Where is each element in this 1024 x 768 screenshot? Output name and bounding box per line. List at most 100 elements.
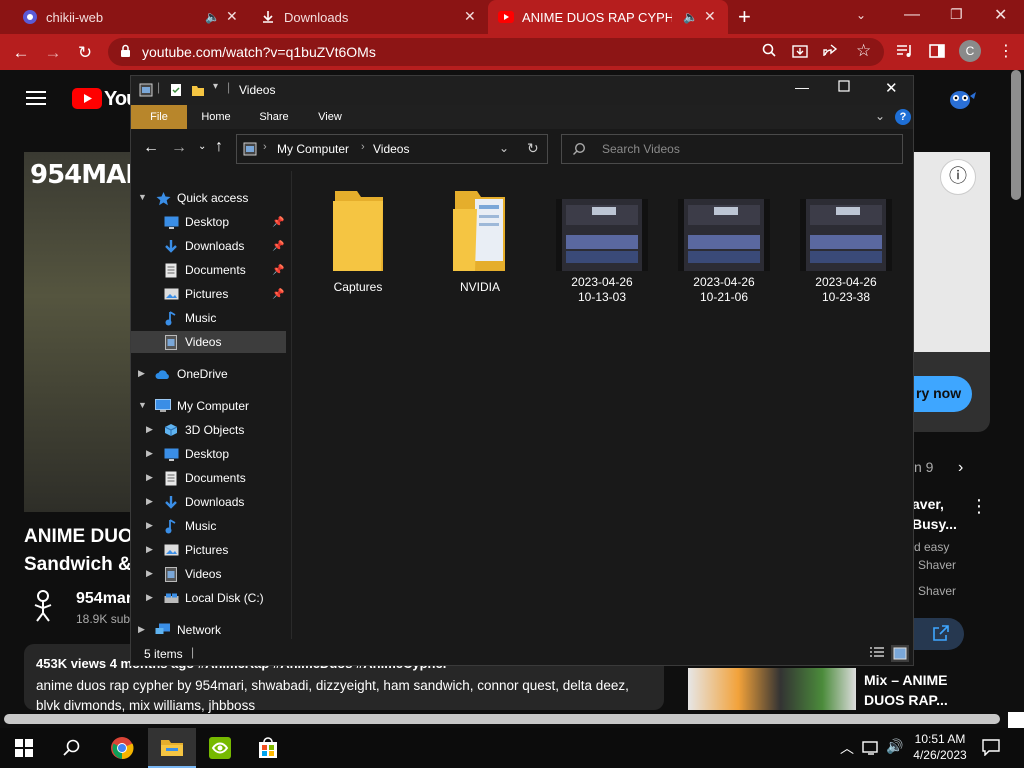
search-input[interactable]: Search Videos <box>561 134 903 164</box>
collapsed-chevron-icon[interactable]: ▶ <box>146 520 153 531</box>
ribbon-tab-view[interactable]: View <box>305 105 355 129</box>
more-options-icon[interactable]: ⋮ <box>970 496 988 517</box>
new-folder-icon[interactable] <box>191 83 205 102</box>
folder-item-captures[interactable]: Captures <box>308 189 408 295</box>
side-panel-icon[interactable] <box>929 43 945 64</box>
address-breadcrumb-bar[interactable]: › My Computer › Videos ⌄ ↻ <box>236 134 548 164</box>
show-hidden-icons-chevron-icon[interactable]: ︿ <box>840 738 854 758</box>
ribbon-tab-home[interactable]: Home <box>191 105 241 129</box>
explorer-title-bar[interactable]: | ▾ | Videos — ✕ <box>131 76 913 105</box>
video-player[interactable]: 954MARI <box>24 152 154 512</box>
collapsed-chevron-icon[interactable]: ▶ <box>146 472 153 483</box>
breadcrumb-separator-icon[interactable]: › <box>361 141 365 153</box>
breadcrumb-my-computer[interactable]: My Computer <box>277 142 349 156</box>
refresh-icon[interactable]: ↻ <box>527 140 539 157</box>
up-folder-icon[interactable]: ↑ <box>215 138 223 156</box>
collapsed-chevron-icon[interactable]: ▶ <box>146 568 153 579</box>
file-explorer-taskbar-icon[interactable] <box>148 728 196 768</box>
recent-locations-chevron-icon[interactable]: ⌄ <box>198 141 206 152</box>
reload-icon[interactable]: ↻ <box>74 42 96 64</box>
back-icon[interactable]: ← <box>143 139 159 157</box>
mix-title-line1[interactable]: Mix – ANIME <box>864 672 948 688</box>
video-item-1[interactable]: 2023-04-26 10-13-03 <box>552 199 652 305</box>
volume-icon[interactable]: 🔊 <box>886 738 903 755</box>
video-item-2[interactable]: 2023-04-26 10-21-06 <box>674 199 774 305</box>
nav-qa-music[interactable]: Music <box>131 307 286 329</box>
nav-quick-access[interactable]: ▼ Quick access <box>131 187 286 209</box>
kebab-menu-icon[interactable]: ⋮ <box>998 41 1014 61</box>
nav-qa-downloads[interactable]: Downloads 📌 <box>131 235 286 257</box>
nav-pc-desktop[interactable]: ▶ Desktop <box>131 443 286 465</box>
forward-icon[interactable]: → <box>42 42 64 64</box>
hamburger-menu-icon[interactable] <box>26 90 46 111</box>
expanded-chevron-icon[interactable]: ▼ <box>138 192 147 202</box>
info-icon[interactable]: ⓘ <box>940 159 976 195</box>
new-tab-button[interactable]: + <box>738 4 751 30</box>
tab-chikii-web[interactable]: chikii-web 🔈 ✕ <box>10 0 242 34</box>
help-icon[interactable]: ? <box>895 109 911 125</box>
page-scrollbar-thumb[interactable] <box>1011 70 1021 200</box>
folder-item-nvidia[interactable]: NVIDIA <box>430 189 530 295</box>
mix-thumbnail[interactable] <box>688 668 856 710</box>
tab-downloads[interactable]: Downloads ✕ <box>250 0 486 34</box>
pin-icon[interactable]: 📌 <box>272 265 284 276</box>
breadcrumb-separator-icon[interactable]: › <box>263 141 267 153</box>
bookmark-star-icon[interactable]: ☆ <box>856 41 871 61</box>
collapsed-chevron-icon[interactable]: ▶ <box>146 496 153 507</box>
pin-icon[interactable]: 📌 <box>272 289 284 300</box>
minimize-icon[interactable]: — <box>904 6 920 24</box>
chrome-taskbar-icon[interactable] <box>98 728 146 768</box>
channel-avatar[interactable] <box>26 588 60 622</box>
breadcrumb-videos[interactable]: Videos <box>373 142 409 156</box>
expand-ribbon-chevron-icon[interactable]: ⌄ <box>875 109 885 123</box>
collapsed-chevron-icon[interactable]: ▶ <box>138 624 145 635</box>
nav-pc-documents[interactable]: ▶ Documents <box>131 467 286 489</box>
floating-mascot-icon[interactable] <box>944 84 978 119</box>
collapsed-chevron-icon[interactable]: ▶ <box>146 544 153 555</box>
large-icons-view-icon[interactable] <box>891 645 909 662</box>
horizontal-scrollbar[interactable] <box>4 714 1000 724</box>
nav-qa-videos[interactable]: Videos <box>131 331 286 353</box>
ribbon-tab-share[interactable]: Share <box>249 105 299 129</box>
profile-avatar[interactable]: C <box>959 40 981 62</box>
nav-qa-desktop[interactable]: Desktop 📌 <box>131 211 286 233</box>
speaker-icon[interactable]: 🔈 <box>205 10 220 24</box>
share-icon[interactable] <box>822 43 838 64</box>
nav-qa-documents[interactable]: Documents 📌 <box>131 259 286 281</box>
microsoft-store-taskbar-icon[interactable] <box>244 728 292 768</box>
ad-title-line1[interactable]: aver, <box>912 496 944 512</box>
start-button[interactable] <box>0 728 48 768</box>
install-icon[interactable] <box>792 43 808 64</box>
network-status-icon[interactable] <box>862 740 880 761</box>
nav-pc-videos[interactable]: ▶ Videos <box>131 563 286 585</box>
expanded-chevron-icon[interactable]: ▼ <box>138 400 147 410</box>
ribbon-tab-file[interactable]: File <box>131 105 187 129</box>
nvidia-taskbar-icon[interactable] <box>196 728 244 768</box>
ad-title-line2[interactable]: Busy... <box>912 516 957 532</box>
close-icon[interactable]: ✕ <box>885 79 898 97</box>
details-view-icon[interactable] <box>869 646 885 663</box>
chevron-right-icon[interactable]: › <box>958 459 963 477</box>
nav-pc-music[interactable]: ▶ Music <box>131 515 286 537</box>
nav-my-computer[interactable]: ▼ My Computer <box>131 395 286 417</box>
system-clock[interactable]: 10:51 AM 4/26/2023 <box>910 731 970 763</box>
close-tab-icon[interactable]: ✕ <box>464 8 476 25</box>
nav-pc-pictures[interactable]: ▶ Pictures <box>131 539 286 561</box>
address-bar[interactable]: youtube.com/watch?v=q1buZVt6OMs ☆ <box>108 38 884 66</box>
restore-icon[interactable]: ❐ <box>950 6 963 23</box>
chip-text[interactable]: n 9 <box>914 459 933 475</box>
close-tab-icon[interactable]: ✕ <box>226 8 238 25</box>
nav-qa-pictures[interactable]: Pictures 📌 <box>131 283 286 305</box>
close-tab-icon[interactable]: ✕ <box>704 8 716 25</box>
maximize-icon[interactable] <box>838 79 850 97</box>
speaker-icon[interactable]: 🔈 <box>683 10 698 24</box>
media-control-icon[interactable] <box>896 43 914 64</box>
channel-name[interactable]: 954mar <box>76 590 132 608</box>
pin-icon[interactable]: 📌 <box>272 241 284 252</box>
collapsed-chevron-icon[interactable]: ▶ <box>138 368 145 379</box>
nav-pc-local-disk[interactable]: ▶ Local Disk (C:) <box>131 587 286 609</box>
back-icon[interactable]: ← <box>10 42 32 64</box>
collapsed-chevron-icon[interactable]: ▶ <box>146 424 153 435</box>
notifications-icon[interactable] <box>982 738 1000 761</box>
collapsed-chevron-icon[interactable]: ▶ <box>146 592 153 603</box>
